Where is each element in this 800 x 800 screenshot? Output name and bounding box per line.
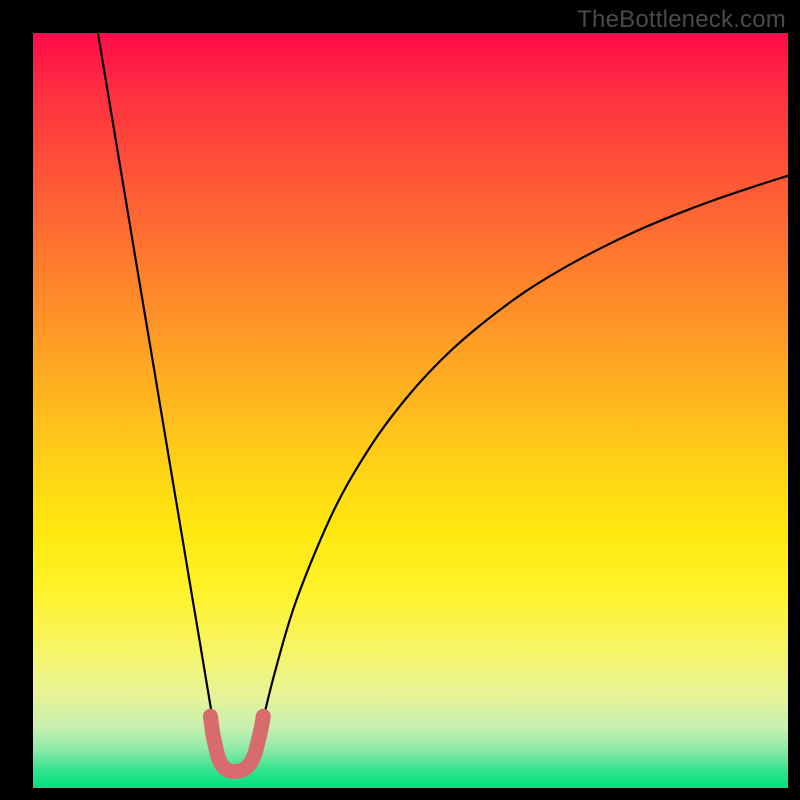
series-trough-highlight (210, 716, 263, 771)
chart-frame: TheBottleneck.com (0, 0, 800, 800)
series-left-branch (98, 33, 219, 756)
watermark-text: TheBottleneck.com (577, 6, 786, 34)
series-right-branch (255, 176, 788, 756)
chart-curves (0, 0, 800, 800)
